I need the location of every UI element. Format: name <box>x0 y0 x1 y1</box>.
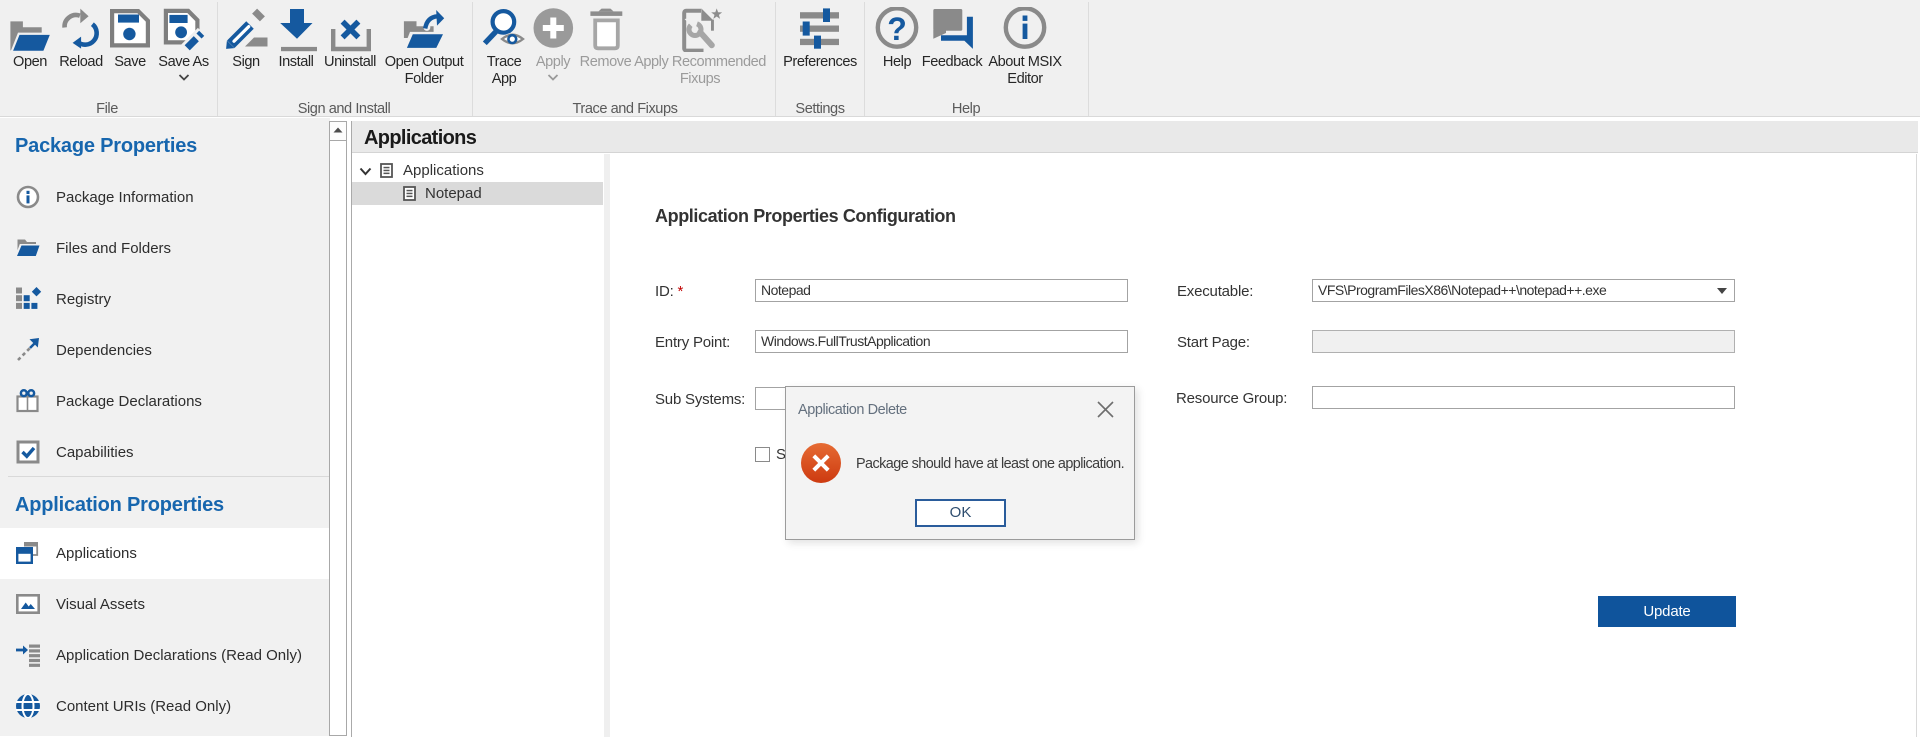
svg-text:?: ? <box>887 11 907 47</box>
